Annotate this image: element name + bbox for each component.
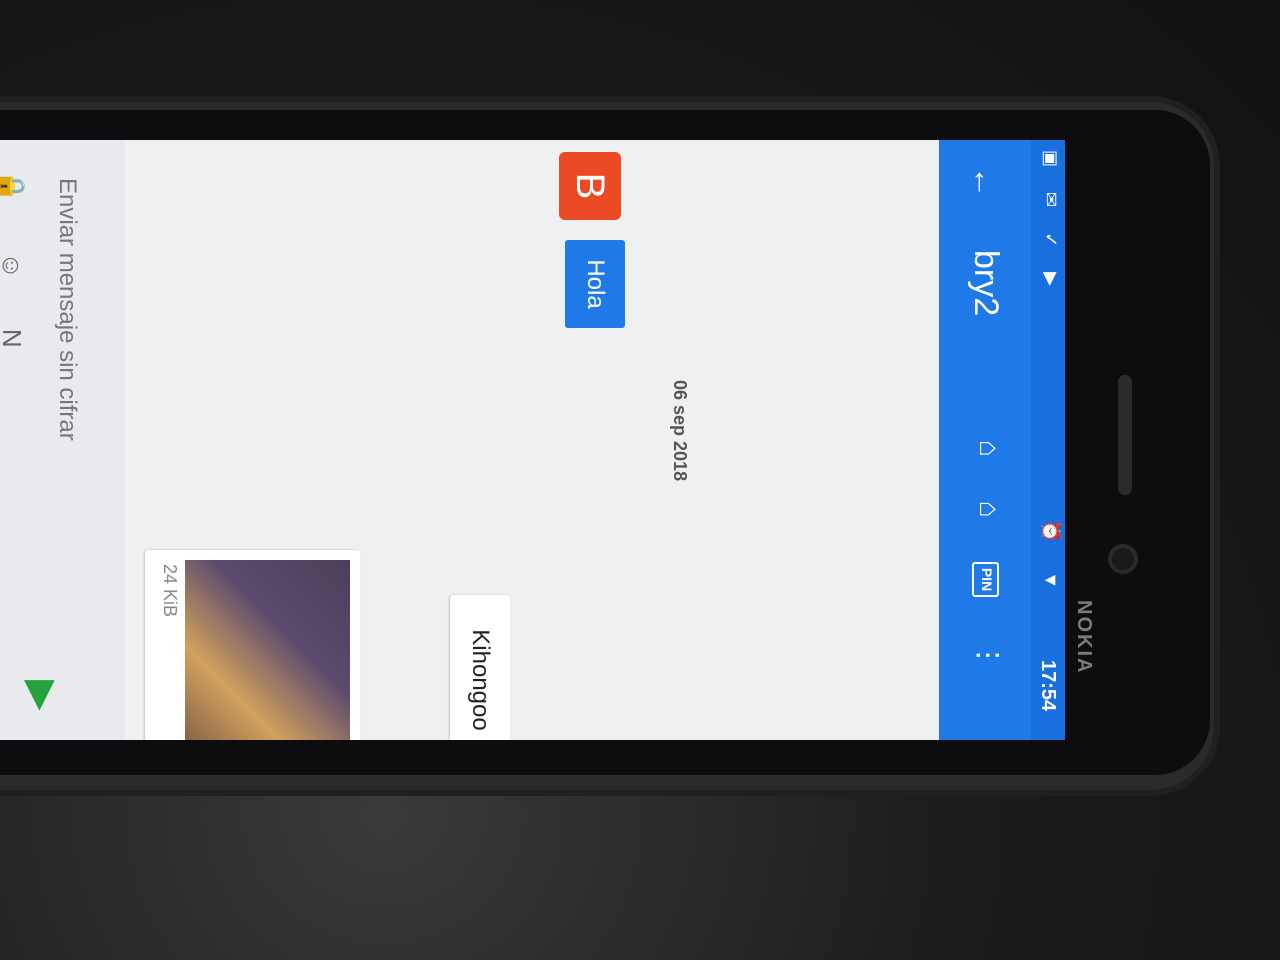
emoji-icon[interactable]: ☺ bbox=[0, 252, 27, 279]
status-right-icons: ⏰ ▼ bbox=[1041, 520, 1061, 602]
send-icon[interactable]: ▶ bbox=[19, 680, 65, 711]
front-camera bbox=[1112, 548, 1134, 570]
image-message[interactable]: 24 KiB bbox=[145, 550, 360, 740]
file-size: 24 KiB bbox=[160, 564, 180, 618]
app-bar: ← bry2 ⌂ ⌂ PIN ⋮ bbox=[939, 140, 1031, 740]
chat-title[interactable]: bry2 bbox=[966, 250, 1005, 316]
message-composer: Enviar mensaje sin cifrar 🔒 ☺ N ▶ bbox=[0, 140, 125, 740]
message-input[interactable]: Enviar mensaje sin cifrar bbox=[53, 178, 81, 441]
paperclip-icon[interactable]: ⌂ bbox=[972, 501, 1005, 518]
date-separator: 06 sep 2018 bbox=[670, 380, 690, 482]
status-time: 17:54 bbox=[1037, 660, 1059, 712]
lock-icon[interactable]: 🔒 bbox=[0, 170, 27, 202]
device-brand: NOKIA bbox=[1073, 600, 1095, 675]
speaker-grille bbox=[1118, 375, 1132, 495]
status-icons: ▣ ✉ ✓ ▶ bbox=[1041, 150, 1061, 297]
message-bubble-incoming[interactable]: Kihongoo bbox=[450, 595, 510, 740]
composer-tools: 🔒 ☺ N bbox=[0, 170, 27, 348]
contact-avatar[interactable]: B bbox=[559, 152, 621, 220]
pin-icon[interactable]: PIN bbox=[972, 561, 999, 598]
n-icon[interactable]: N bbox=[0, 329, 27, 348]
home-icon[interactable]: ⌂ bbox=[972, 440, 1005, 457]
app-actions: ⌂ ⌂ PIN ⋮ bbox=[972, 440, 1005, 669]
dog-photo[interactable] bbox=[185, 560, 350, 740]
more-vert-icon[interactable]: ⋮ bbox=[972, 641, 1005, 669]
status-bar: ▣ ✉ ✓ ▶ ⏰ ▼ 17:54 bbox=[1031, 140, 1065, 740]
message-bubble-outgoing[interactable]: Hola bbox=[565, 240, 625, 328]
phone-screen: ▣ ✉ ✓ ▶ ⏰ ▼ 17:54 ← bry2 ⌂ ⌂ PIN ⋮ 06 se… bbox=[0, 140, 1065, 740]
back-arrow-icon[interactable]: ← bbox=[966, 166, 1003, 198]
